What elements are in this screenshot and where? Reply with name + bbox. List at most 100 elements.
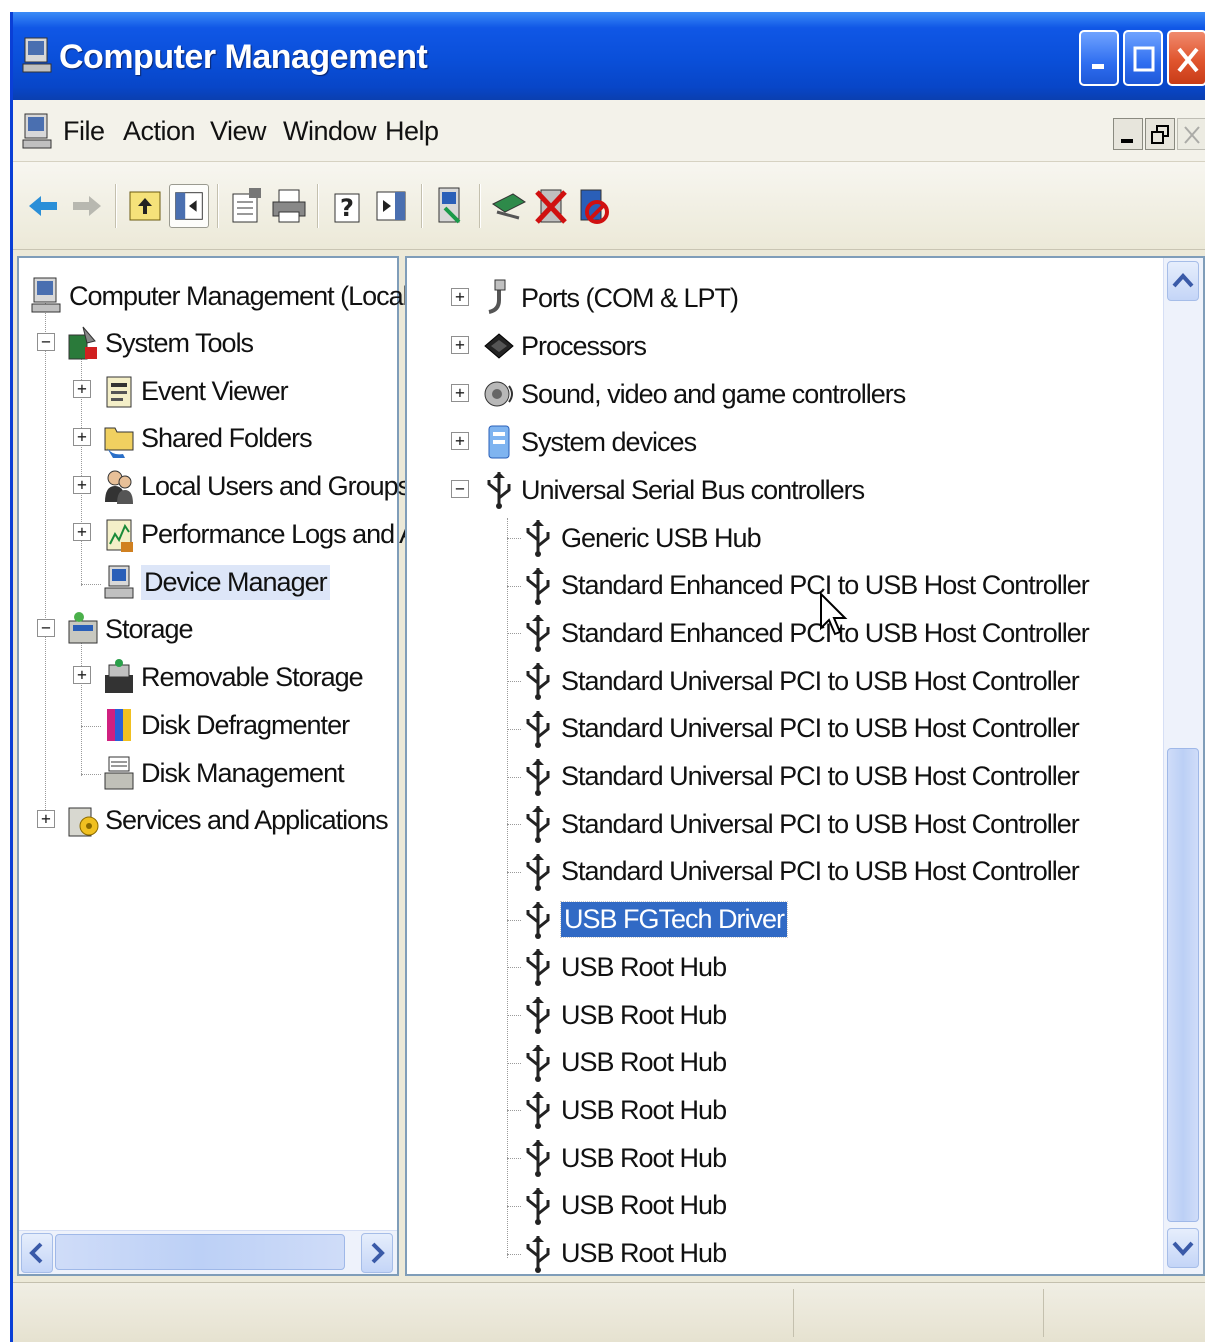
computer-management-icon <box>22 37 52 73</box>
menu-file[interactable]: File <box>63 116 105 147</box>
expand-toggle[interactable]: + <box>73 380 91 398</box>
scroll-right-button[interactable] <box>361 1233 393 1273</box>
menu-action[interactable]: Action <box>123 116 196 147</box>
usb-device-item[interactable]: USB Root Hub <box>521 1232 727 1276</box>
maximize-icon <box>1133 46 1155 72</box>
minimize-button[interactable] <box>1079 30 1119 86</box>
expand-toggle[interactable]: + <box>73 428 91 446</box>
tree-item-disk-defragmenter[interactable]: Disk Defragmenter <box>101 703 350 747</box>
expand-toggle[interactable]: + <box>451 432 469 450</box>
tree-label: Device Manager <box>141 564 330 600</box>
tree-item-device-manager[interactable]: Device Manager <box>101 560 330 604</box>
tree-item-services-applications[interactable]: Services and Applications <box>65 798 389 842</box>
usb-device-icon <box>526 1092 550 1130</box>
scan-hardware-icon[interactable] <box>431 184 471 228</box>
device-category-usb[interactable]: Universal Serial Bus controllers <box>481 468 865 512</box>
collapse-toggle[interactable]: − <box>451 480 469 498</box>
collapse-toggle[interactable]: − <box>37 619 55 637</box>
tree-label: Standard Universal PCI to USB Host Contr… <box>561 761 1080 791</box>
tree-item-event-viewer[interactable]: Event Viewer <box>101 369 289 413</box>
removable-storage-icon <box>105 659 133 693</box>
usb-device-item[interactable]: Standard Universal PCI to USB Host Contr… <box>521 802 1080 846</box>
device-category-ports[interactable]: Ports (COM & LPT) <box>481 276 739 320</box>
menu-help[interactable]: Help <box>385 116 439 147</box>
menu-view[interactable]: View <box>210 116 267 147</box>
maximize-button[interactable] <box>1123 30 1163 86</box>
system-tools-icon <box>68 326 97 360</box>
usb-device-item[interactable]: Standard Universal PCI to USB Host Contr… <box>521 659 1080 703</box>
usb-device-item[interactable]: USB Root Hub <box>521 945 727 989</box>
tree-label: System devices <box>521 426 697 457</box>
tree-item-removable-storage[interactable]: Removable Storage <box>101 655 364 699</box>
usb-device-item[interactable]: USB FGTech Driver <box>521 898 789 942</box>
usb-device-icon <box>526 1235 550 1273</box>
usb-device-item[interactable]: Standard Universal PCI to USB Host Contr… <box>521 850 1080 894</box>
toolbar-separator <box>217 184 219 228</box>
child-restore-button[interactable] <box>1145 118 1175 150</box>
expand-toggle[interactable]: + <box>451 384 469 402</box>
toolbar: ? <box>13 162 1205 250</box>
tree-item-performance-logs[interactable]: Performance Logs and Alert: <box>101 512 457 556</box>
tree-item-system-tools[interactable]: System Tools <box>65 321 254 365</box>
horizontal-scrollbar[interactable] <box>19 1230 397 1274</box>
device-category-processors[interactable]: Processors <box>481 324 647 368</box>
disable-icon[interactable] <box>573 184 613 228</box>
tree-connector <box>507 919 521 921</box>
properties-icon[interactable] <box>227 184 267 228</box>
vertical-scrollbar[interactable] <box>1163 258 1203 1274</box>
child-close-button[interactable] <box>1177 118 1205 150</box>
close-button[interactable] <box>1167 30 1205 86</box>
show-hide-action-pane-icon[interactable] <box>371 184 411 228</box>
scroll-left-button[interactable] <box>21 1233 53 1273</box>
back-icon[interactable] <box>23 184 63 228</box>
usb-device-item[interactable]: Standard Enhanced PCI to USB Host Contro… <box>521 611 1090 655</box>
tree-connector <box>507 728 521 730</box>
device-category-sound[interactable]: Sound, video and game controllers <box>481 372 906 416</box>
tree-connector <box>507 1158 521 1160</box>
expand-toggle[interactable]: + <box>451 336 469 354</box>
processor-icon <box>484 333 514 359</box>
tree-connector <box>507 633 521 635</box>
title-bar[interactable]: Computer Management <box>13 12 1205 100</box>
collapse-toggle[interactable]: − <box>37 333 55 351</box>
usb-device-item[interactable]: Standard Universal PCI to USB Host Contr… <box>521 707 1080 751</box>
expand-toggle[interactable]: + <box>37 810 55 828</box>
device-list-pane[interactable]: + Ports (COM & LPT) + Processors + Sound… <box>405 256 1205 1276</box>
tree-item-disk-management[interactable]: Disk Management <box>101 751 345 795</box>
child-minimize-button[interactable] <box>1113 118 1143 150</box>
help-icon[interactable]: ? <box>327 184 367 228</box>
vertical-scroll-thumb[interactable] <box>1167 748 1199 1222</box>
update-driver-icon[interactable] <box>489 184 529 228</box>
up-one-level-icon[interactable] <box>125 184 165 228</box>
usb-device-item[interactable]: USB Root Hub <box>521 1088 727 1132</box>
device-category-system[interactable]: System devices <box>481 420 697 464</box>
system-menu-icon[interactable] <box>21 112 55 152</box>
usb-device-item[interactable]: USB Root Hub <box>521 1041 727 1085</box>
expand-toggle[interactable]: + <box>73 666 91 684</box>
tree-item-local-users[interactable]: Local Users and Groups <box>101 464 411 508</box>
usb-device-item[interactable]: USB Root Hub <box>521 1184 727 1228</box>
menu-window[interactable]: Window <box>283 116 377 147</box>
forward-icon[interactable] <box>67 184 107 228</box>
expand-toggle[interactable]: + <box>451 288 469 306</box>
usb-device-item[interactable]: Standard Universal PCI to USB Host Contr… <box>521 755 1080 799</box>
expand-toggle[interactable]: + <box>73 523 91 541</box>
tree-item-shared-folders[interactable]: Shared Folders <box>101 416 313 460</box>
show-hide-tree-icon[interactable] <box>169 184 209 228</box>
usb-device-item[interactable]: USB Root Hub <box>521 1136 727 1180</box>
usb-device-item[interactable]: USB Root Hub <box>521 993 727 1037</box>
tree-item-storage[interactable]: Storage <box>65 607 194 651</box>
usb-device-item[interactable]: Generic USB Hub <box>521 516 762 560</box>
horizontal-scroll-thumb[interactable] <box>55 1234 345 1270</box>
scroll-up-button[interactable] <box>1167 261 1199 301</box>
tree-label: Disk Defragmenter <box>141 709 350 740</box>
usb-device-item[interactable]: Standard Enhanced PCI to USB Host Contro… <box>521 564 1090 608</box>
tree-item-root[interactable]: Computer Management (Local) <box>29 274 417 318</box>
print-icon[interactable] <box>269 184 309 228</box>
console-tree-pane[interactable]: Computer Management (Local) − System Too… <box>17 256 457 1276</box>
shared-folder-icon <box>104 427 134 458</box>
uninstall-icon[interactable] <box>531 184 571 228</box>
expand-toggle[interactable]: + <box>73 476 91 494</box>
scroll-down-button[interactable] <box>1167 1228 1199 1268</box>
tree-connector <box>507 1253 521 1255</box>
